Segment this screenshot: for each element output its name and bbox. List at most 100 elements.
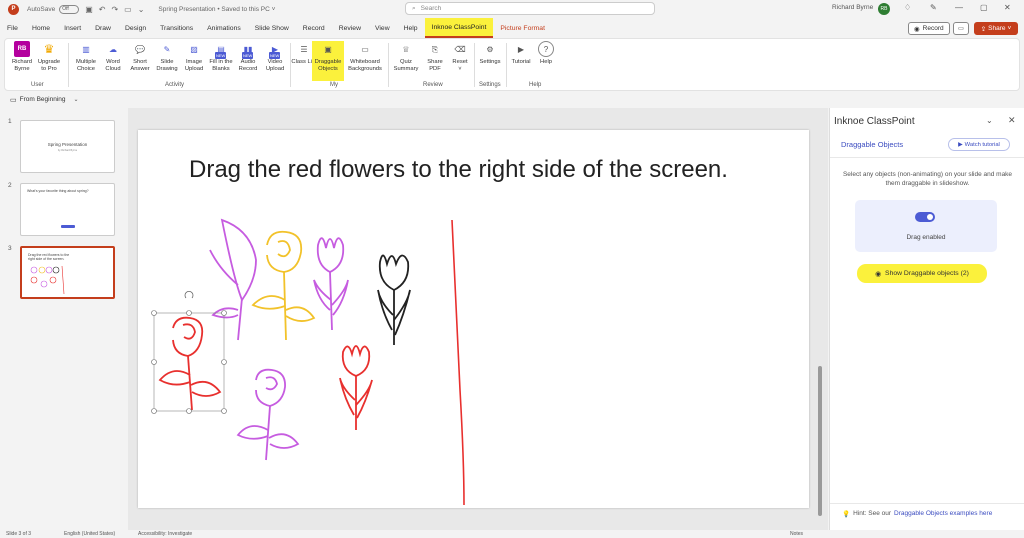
tab-animations[interactable]: Animations [200, 18, 248, 38]
divider-line[interactable] [451, 219, 465, 506]
record-icon: ◉ [914, 25, 920, 33]
slide-thumbnail-1[interactable]: Spring Presentation by Richard Byrne [20, 120, 115, 173]
more-icon[interactable]: ⌄ [138, 5, 145, 14]
slide-thumbnail-3[interactable]: Drag the red flowers to the right side o… [20, 246, 115, 299]
save-icon[interactable]: ▣ [85, 5, 93, 14]
show-draggable-objects-button[interactable]: ◉ Show Draggable objects (2) [857, 264, 987, 283]
avatar[interactable]: RB [878, 3, 890, 15]
profile-button[interactable]: RB Richard Byrne [9, 41, 35, 73]
record-label: Record [922, 25, 944, 32]
drag-toggle[interactable] [915, 212, 935, 222]
autosave-toggle[interactable]: Off [59, 4, 80, 14]
tab-insert[interactable]: Insert [57, 18, 88, 38]
group-label-my: My [330, 82, 338, 88]
thumb-number: 2 [8, 182, 12, 189]
hint-text: Hint: See our [853, 510, 892, 517]
red-tulip-drawing[interactable] [339, 345, 373, 430]
blanks-icon: ▤ NEW [215, 44, 227, 59]
draggable-objects-label: Draggable Objects [314, 59, 342, 72]
tab-draw[interactable]: Draw [88, 18, 118, 38]
thumb-title: Spring Presentation [47, 142, 88, 147]
tab-help[interactable]: Help [397, 18, 425, 38]
canvas-scrollbar[interactable] [818, 366, 822, 516]
multiple-choice-label: Multiple Choice [76, 59, 96, 72]
chevron-down-icon[interactable]: ⌄ [74, 96, 79, 103]
tab-review[interactable]: Review [332, 18, 368, 38]
share-label: Share [988, 25, 1006, 32]
fill-blanks-button[interactable]: ▤ NEW Fill in the Blanks [208, 41, 234, 73]
chevron-down-icon[interactable]: ⌄ [986, 116, 993, 125]
red-rose-drawing[interactable] [158, 316, 222, 411]
help-button[interactable]: ? Help [533, 41, 559, 66]
thumb-subtitle: by Richard Byrne [57, 149, 78, 152]
comment-icon: ▭ [958, 26, 964, 32]
purple-rose-drawing[interactable] [236, 368, 300, 461]
draggable-objects-button[interactable]: ▣ Draggable Objects [312, 41, 344, 81]
trophy-icon: ♕ [402, 44, 410, 54]
accessibility-status[interactable]: Accessibility: Investigate [138, 531, 192, 537]
tab-design[interactable]: Design [118, 18, 153, 38]
share-pdf-label: Share PDF [427, 59, 443, 72]
group-label-help: Help [529, 82, 542, 88]
settings-button[interactable]: ⚙ Settings [477, 41, 503, 66]
audio-record-button[interactable]: ▮▮ NEW Audio Record [235, 41, 261, 73]
watch-tutorial-button[interactable]: ▶ Watch tutorial [948, 138, 1010, 151]
video-upload-button[interactable]: ▶ NEW Video Upload [262, 41, 288, 73]
share-button[interactable]: ⇪ Share ˅ [974, 22, 1018, 35]
present-icon[interactable]: ▭ [124, 5, 132, 14]
tab-picture-format[interactable]: Picture Format [493, 18, 552, 38]
tab-slide-show[interactable]: Slide Show [248, 18, 296, 38]
thumb-flowers-drawing [30, 265, 65, 295]
quiz-summary-button[interactable]: ♕ Quiz Summary [391, 41, 421, 73]
tab-inknoe-classpoint[interactable]: Inknoe ClassPoint [424, 18, 494, 38]
slide: Drag the red flowers to the right side o… [138, 130, 809, 508]
chevron-down-icon: ˅ [458, 66, 462, 72]
comments-button[interactable]: ▭ [953, 22, 969, 35]
multiple-choice-button[interactable]: ▥ Multiple Choice [73, 41, 99, 73]
tab-file[interactable]: File [0, 18, 25, 38]
purple-lily-drawing[interactable] [209, 218, 257, 341]
group-divider [474, 43, 475, 87]
short-answer-button[interactable]: 💬 Short Answer [127, 41, 153, 73]
maximize-icon[interactable]: ▢ [980, 3, 988, 12]
user-name[interactable]: Richard Byrne [832, 4, 873, 11]
notes-button[interactable]: Notes [790, 531, 803, 537]
tab-transitions[interactable]: Transitions [153, 18, 200, 38]
word-cloud-button[interactable]: ☁ Word Cloud [100, 41, 126, 73]
undo-icon[interactable]: ↶ [99, 5, 106, 14]
yellow-rose-drawing[interactable] [251, 230, 316, 341]
slide-thumbnail-2[interactable]: What's your favorite thing about spring? [20, 183, 115, 236]
from-beginning-button[interactable]: From Beginning [20, 96, 66, 103]
record-button[interactable]: ◉ Record [908, 22, 950, 35]
slide-drawing-button[interactable]: ✎ Slide Drawing [154, 41, 180, 73]
language[interactable]: English (United States) [64, 531, 115, 537]
profile-label: Richard Byrne [12, 59, 32, 72]
purple-tulip-drawing[interactable] [313, 237, 349, 331]
share-pdf-button[interactable]: ⎘ Share PDF [422, 41, 448, 73]
tutorial-button[interactable]: ▶ Tutorial [508, 41, 534, 66]
tab-view[interactable]: View [368, 18, 397, 38]
word-cloud-label: Word Cloud [105, 59, 121, 72]
pen-icon[interactable]: ✎ [930, 3, 937, 12]
whiteboard-backgrounds-button[interactable]: ▭ Whiteboard Backgrounds [345, 41, 385, 73]
share-icon: ⇪ [980, 25, 987, 33]
quiz-summary-label: Quiz Summary [393, 59, 419, 72]
upgrade-button[interactable]: ♛ Upgrade to Pro [36, 41, 62, 73]
close-icon[interactable]: ✕ [1004, 3, 1011, 12]
black-tulip-drawing[interactable] [377, 254, 411, 345]
tab-record[interactable]: Record [296, 18, 332, 38]
minimize-icon[interactable]: — [955, 3, 963, 12]
new-badge: NEW [215, 52, 227, 59]
close-icon[interactable]: ✕ [1008, 115, 1016, 126]
quick-access-bar: ▭ From Beginning ⌄ [0, 93, 1024, 106]
search-input[interactable]: ⌕ Search [405, 2, 655, 15]
tab-home[interactable]: Home [25, 18, 57, 38]
redo-icon[interactable]: ↷ [111, 5, 118, 14]
powerpoint-icon: P [8, 3, 19, 15]
lightbulb-icon[interactable]: ♢ [904, 3, 911, 12]
image-upload-button[interactable]: ▨ Image Upload [181, 41, 207, 73]
hint-link[interactable]: Draggable Objects examples here [894, 510, 992, 518]
document-title[interactable]: Spring Presentation • Saved to this PC ˅ [158, 6, 275, 13]
reset-button[interactable]: ⌫ Reset ˅ [447, 41, 473, 73]
classpoint-pane: Inknoe ClassPoint ⌄ ✕ Draggable Objects … [829, 108, 1024, 530]
